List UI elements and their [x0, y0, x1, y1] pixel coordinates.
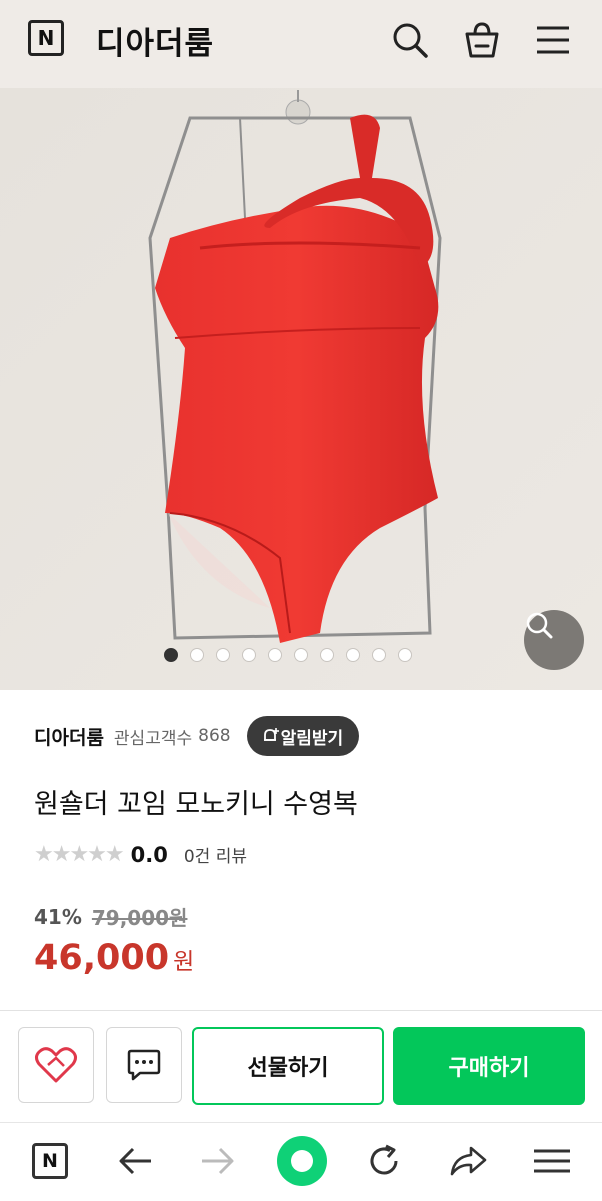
seller-row: 디아더룸 관심고객수 868 알림받기	[34, 716, 360, 756]
gift-button[interactable]: 선물하기	[192, 1027, 384, 1105]
green-dot-icon[interactable]	[276, 1135, 328, 1187]
alert-label: 알림받기	[280, 728, 344, 749]
currency-label: 원	[173, 949, 195, 975]
rating-stars: ★★★★★	[34, 842, 125, 867]
chat-icon	[127, 1049, 161, 1081]
heart-icon	[35, 1047, 77, 1083]
naver-home-icon[interactable]: N	[30, 1141, 70, 1181]
menu-icon[interactable]	[533, 20, 573, 60]
share-icon[interactable]	[448, 1141, 488, 1181]
bell-plus-icon	[263, 728, 279, 741]
chat-button[interactable]	[106, 1027, 182, 1103]
search-icon[interactable]	[390, 20, 430, 60]
pagination-dot[interactable]	[398, 648, 412, 662]
store-name[interactable]: 디아더룸	[96, 18, 214, 63]
fans-count: 868	[198, 726, 231, 746]
back-icon[interactable]	[115, 1141, 155, 1181]
product-image[interactable]	[0, 88, 602, 690]
seller-name[interactable]: 디아더룸	[34, 723, 104, 750]
fans-label: 관심고객수	[113, 728, 193, 749]
rating-row[interactable]: ★★★★★ 0.0 0건 리뷰	[34, 842, 247, 867]
pagination-dot[interactable]	[320, 648, 334, 662]
zoom-icon[interactable]	[524, 610, 584, 670]
pagination-dot[interactable]	[294, 648, 308, 662]
forward-icon[interactable]	[198, 1141, 238, 1181]
image-pagination	[164, 648, 412, 662]
naver-logo-icon[interactable]: N	[28, 20, 64, 56]
pagination-dot[interactable]	[164, 648, 178, 662]
final-price: 46,000	[34, 938, 170, 978]
pagination-dot[interactable]	[372, 648, 386, 662]
product-title: 원숄더 꼬임 모노키니 수영복	[34, 789, 358, 820]
final-price-row: 46,000 원	[34, 938, 194, 978]
menu-icon[interactable]	[532, 1141, 572, 1181]
discount-rate: 41%	[34, 904, 82, 929]
pagination-dot[interactable]	[190, 648, 204, 662]
app-header: N 디아더룸	[0, 0, 602, 88]
pagination-dot[interactable]	[242, 648, 256, 662]
cart-icon[interactable]	[462, 20, 502, 60]
buy-button[interactable]: 구매하기	[393, 1027, 585, 1105]
pagination-dot[interactable]	[216, 648, 230, 662]
original-price: 79,000원	[91, 906, 188, 930]
alert-button[interactable]: 알림받기	[246, 716, 360, 756]
pagination-dot[interactable]	[268, 648, 282, 662]
discount-row: 41% 79,000원	[34, 902, 187, 931]
wishlist-button[interactable]	[18, 1027, 94, 1103]
divider	[0, 1010, 602, 1011]
refresh-icon[interactable]	[364, 1141, 404, 1181]
pagination-dot[interactable]	[346, 648, 360, 662]
bottom-nav: N	[0, 1122, 602, 1201]
review-count[interactable]: 0건 리뷰	[184, 842, 247, 867]
rating-value: 0.0	[130, 842, 168, 867]
